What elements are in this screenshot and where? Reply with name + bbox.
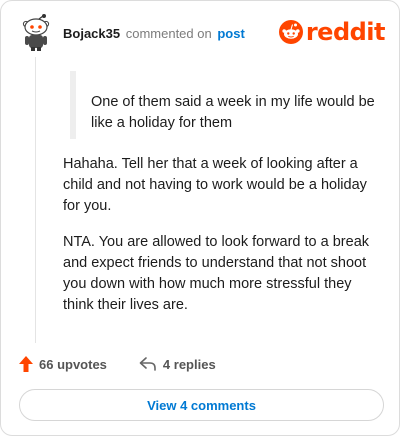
comment-card: Bojack35 commented on post reddit One of… <box>0 0 400 436</box>
post-link[interactable]: post <box>217 26 244 41</box>
comment-actions: 66 upvotes 4 replies <box>19 354 216 374</box>
comment-paragraph: NTA. You are allowed to look forward to … <box>63 234 370 313</box>
comment-header: Bojack35 commented on post reddit <box>19 13 386 55</box>
reply-count: 4 replies <box>162 356 216 372</box>
view-comments-button[interactable]: View 4 comments <box>19 389 384 421</box>
username[interactable]: Bojack35 <box>63 26 120 41</box>
upvote-arrow-icon <box>19 356 33 372</box>
quoted-text: One of them said a week in my life would… <box>91 94 375 131</box>
reply-button[interactable]: 4 replies <box>139 357 216 372</box>
upvote-count: 66 upvotes <box>39 356 107 372</box>
comment-paragraph: Hahaha. Tell her that a week of looking … <box>63 156 367 214</box>
upvote-button[interactable]: 66 upvotes <box>19 356 107 372</box>
comment-meta: Bojack35 commented on post <box>63 26 245 41</box>
thread-line[interactable] <box>35 57 36 343</box>
quote-bar <box>70 71 76 139</box>
reddit-logo[interactable]: reddit <box>278 18 386 46</box>
snoo-avatar-icon[interactable] <box>19 13 53 51</box>
commented-on-text: commented on <box>125 26 212 41</box>
reddit-logo-icon <box>278 20 303 44</box>
reddit-wordmark: reddit <box>305 18 386 46</box>
reply-arrow-icon <box>139 357 156 371</box>
